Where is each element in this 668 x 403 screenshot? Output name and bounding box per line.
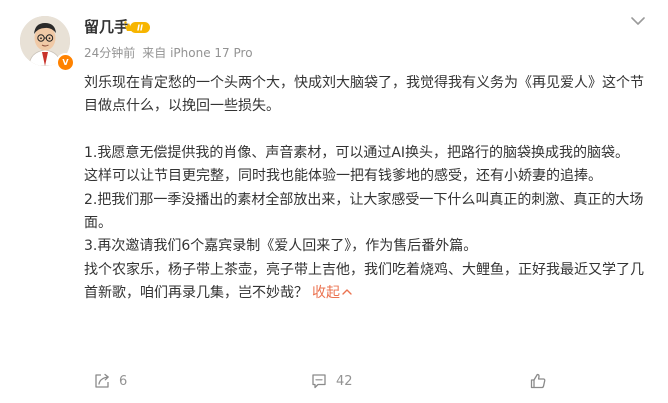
content-intro: 刘乐现在肯定愁的一个头两个大，快成刘大脑袋了，我觉得我有义务为《再见爱人》这个节… — [84, 75, 644, 115]
action-bar: 6 42 — [0, 370, 668, 394]
repost-icon — [95, 373, 109, 388]
comment-count: 42 — [336, 373, 353, 389]
comment-icon — [312, 374, 326, 389]
chevron-down-icon[interactable] — [626, 14, 650, 28]
collapse-button[interactable]: 收起 — [312, 285, 352, 301]
chevron-up-icon — [342, 289, 352, 295]
comment-button[interactable]: 42 — [310, 370, 353, 392]
level-badge-label: II — [137, 24, 143, 33]
content-line-last: 找个农家乐，杨子带上茶壶，亮子带上吉他，我们吃着烧鸡、大鲤鱼，正好我最近又学了几… — [84, 259, 650, 306]
content-line: 3.再次邀请我们6个嘉宾录制《爱人回来了》，作为售后番外篇。 — [84, 238, 478, 255]
repost-count: 6 — [119, 373, 128, 389]
content-line: 这样可以让节目更完整，同时我也能体验一把有钱爹地的感受，还有小娇妻的追捧。 — [84, 168, 602, 185]
like-button[interactable] — [529, 370, 547, 392]
post-source: 来自 iPhone 17 Pro — [142, 46, 253, 60]
post-meta: 24分钟前 来自 iPhone 17 Pro — [84, 45, 253, 61]
content-line: 2.把我们那一季没播出的素材全部放出来，让大家感受一下什么叫真正的刺激、真正的大… — [84, 191, 644, 232]
thumbs-up-icon — [530, 373, 546, 389]
repost-button[interactable]: 6 — [93, 370, 127, 392]
verified-v-icon: V — [56, 53, 75, 72]
post-time[interactable]: 24分钟前 — [84, 46, 135, 60]
content-line: 1.我愿意无偿提供我的肖像、声音素材，可以通过AI换头，把路行的脑袋换成我的脑袋… — [84, 144, 630, 161]
content-line-text: 找个农家乐，杨子带上茶壶，亮子带上吉他，我们吃着烧鸡、大鲤鱼，正好我最近又学了几… — [84, 261, 644, 302]
post-content: 刘乐现在肯定愁的一个头两个大，快成刘大脑袋了，我觉得我有义务为《再见爱人》这个节… — [84, 72, 650, 306]
crown-level-badge-icon[interactable]: II — [122, 18, 152, 36]
collapse-label: 收起 — [312, 285, 340, 302]
